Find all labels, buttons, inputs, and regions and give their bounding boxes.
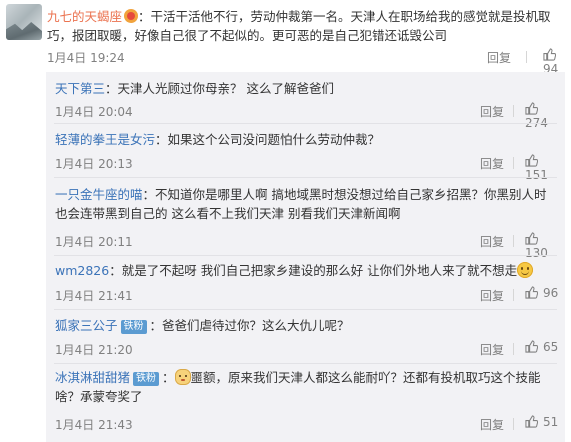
reply-meta: 1月4日 21:41 回复 96 [55, 286, 560, 304]
reply-button[interactable]: 回复 [480, 416, 504, 433]
reply-username[interactable]: wm2826 [55, 263, 109, 278]
reply-text: ：爸爸们虐待过你？这么大仇儿呢？ [149, 318, 350, 333]
thumbs-up-icon [525, 232, 538, 245]
comment-thread: 九七的天蝎座 ：干活干活他不行，劳动仲裁第一名。天津人在职场给我的感觉就是投机取巧… [0, 0, 571, 442]
thumbs-up-icon [525, 340, 538, 353]
main-comment-username[interactable]: 九七的天蝎座 [47, 9, 122, 24]
reply-date: 1月4日 20:04 [55, 105, 133, 119]
like-count: 151 [525, 168, 548, 182]
reply-text: ：天津人光顾过你母亲？ 这么了解爸爸们 [105, 81, 334, 96]
reply-meta: 1月4日 21:20 回复 65 [55, 340, 560, 358]
reply-button[interactable]: 回复 [480, 155, 504, 172]
reply-text-block: 狐家三公子 铁粉 ：爸爸们虐待过你？这么大仇儿呢？ [55, 316, 555, 335]
reply-date: 1月4日 20:11 [55, 235, 133, 249]
main-comment-meta: 1月4日 19:24 回复 94 [47, 48, 565, 76]
divider [54, 309, 557, 310]
reply-meta: 1月4日 20:04 回复 274 [55, 102, 560, 130]
thumbs-up-icon [525, 154, 538, 167]
reply-text: ：就是了不起呀 我们自己把家乡建设的那么好 让你们外地人来了就不想走 [109, 263, 518, 278]
reply-button[interactable]: 回复 [480, 103, 504, 120]
thumbs-up-icon [543, 48, 556, 61]
reply-meta: 1月4日 20:11 回复 130 [55, 232, 560, 260]
like-count: 51 [543, 415, 559, 429]
divider [513, 418, 514, 430]
reply-meta: 1月4日 20:13 回复 151 [55, 154, 560, 182]
divider [54, 123, 557, 124]
vip-medal-icon [124, 9, 139, 23]
divider [513, 235, 514, 247]
reply-date: 1月4日 20:13 [55, 157, 133, 171]
cat-emoji-icon [174, 369, 191, 385]
like-count: 130 [525, 246, 548, 260]
like-button[interactable]: 274 [525, 102, 560, 130]
reply-date: 1月4日 21:43 [55, 418, 133, 432]
reply-text-block: 冰淇淋甜甜猪 铁粉：噩额，原来我们天津人都这么能耐吖？还都有投机取巧这个技能啥？承… [55, 368, 555, 406]
reply-text-block: wm2826：就是了不起呀 我们自己把家乡建设的那么好 让你们外地人来了就不想走 [55, 261, 555, 280]
thumbs-up-icon [525, 102, 538, 115]
reply-meta: 1月4日 21:43 回复 51 [55, 415, 560, 433]
like-button[interactable]: 51 [525, 415, 558, 429]
comment-date: 1月4日 19:24 [47, 51, 125, 65]
like-count: 96 [543, 286, 559, 300]
reply-username[interactable]: 轻薄的拳王是女污 [55, 132, 155, 147]
divider [513, 343, 514, 355]
reply-text-block: 一只金牛座的喵：不知道你是哪里人啊 搞地域黑时想没想过给自己家乡招黑？你黑别人时… [55, 185, 555, 223]
reply-text-block: 轻薄的拳王是女污：如果这个公司没问题怕什么劳动仲裁？ [55, 130, 555, 149]
divider [54, 177, 557, 178]
divider [526, 51, 527, 63]
main-comment-text: ：干活干活他不行，劳动仲裁第一名。天津人在职场给我的感觉就是投机取巧，报团取暖，… [47, 9, 551, 43]
reply-button[interactable]: 回复 [480, 341, 504, 358]
divider [513, 289, 514, 301]
divider [513, 105, 514, 117]
reply-button[interactable]: 回复 [480, 287, 504, 304]
reply-date: 1月4日 21:20 [55, 343, 133, 357]
divider [54, 255, 557, 256]
reply-text: ：如果这个公司没问题怕什么劳动仲裁？ [155, 132, 381, 147]
reply-username[interactable]: 天下第三 [55, 81, 105, 96]
thumbs-up-icon [525, 286, 538, 299]
reply-button[interactable]: 回复 [480, 233, 504, 250]
reply-date: 1月4日 21:41 [55, 289, 133, 303]
like-count: 65 [543, 340, 559, 354]
reply-text-block: 天下第三：天津人光顾过你母亲？ 这么了解爸爸们 [55, 79, 555, 98]
avatar[interactable] [6, 4, 42, 40]
smile-emoji-icon [517, 262, 534, 278]
like-button[interactable]: 65 [525, 340, 558, 354]
reply-button[interactable]: 回复 [487, 49, 511, 66]
reply-text: ： [162, 370, 175, 385]
main-comment-text-block: 九七的天蝎座 ：干活干活他不行，劳动仲裁第一名。天津人在职场给我的感觉就是投机取巧… [47, 7, 562, 45]
reply-username[interactable]: 冰淇淋甜甜猪 [55, 370, 130, 385]
fan-badge: 铁粉 [133, 372, 160, 386]
like-button[interactable]: 96 [525, 286, 558, 300]
reply-username[interactable]: 狐家三公子 [55, 318, 118, 333]
reply-username[interactable]: 一只金牛座的喵 [55, 187, 143, 202]
replies-container: 天下第三：天津人光顾过你母亲？ 这么了解爸爸们 1月4日 20:04 回复 27… [46, 72, 565, 442]
divider [513, 157, 514, 169]
divider [54, 363, 557, 364]
thumbs-up-icon [525, 415, 538, 428]
fan-badge: 铁粉 [120, 320, 147, 334]
